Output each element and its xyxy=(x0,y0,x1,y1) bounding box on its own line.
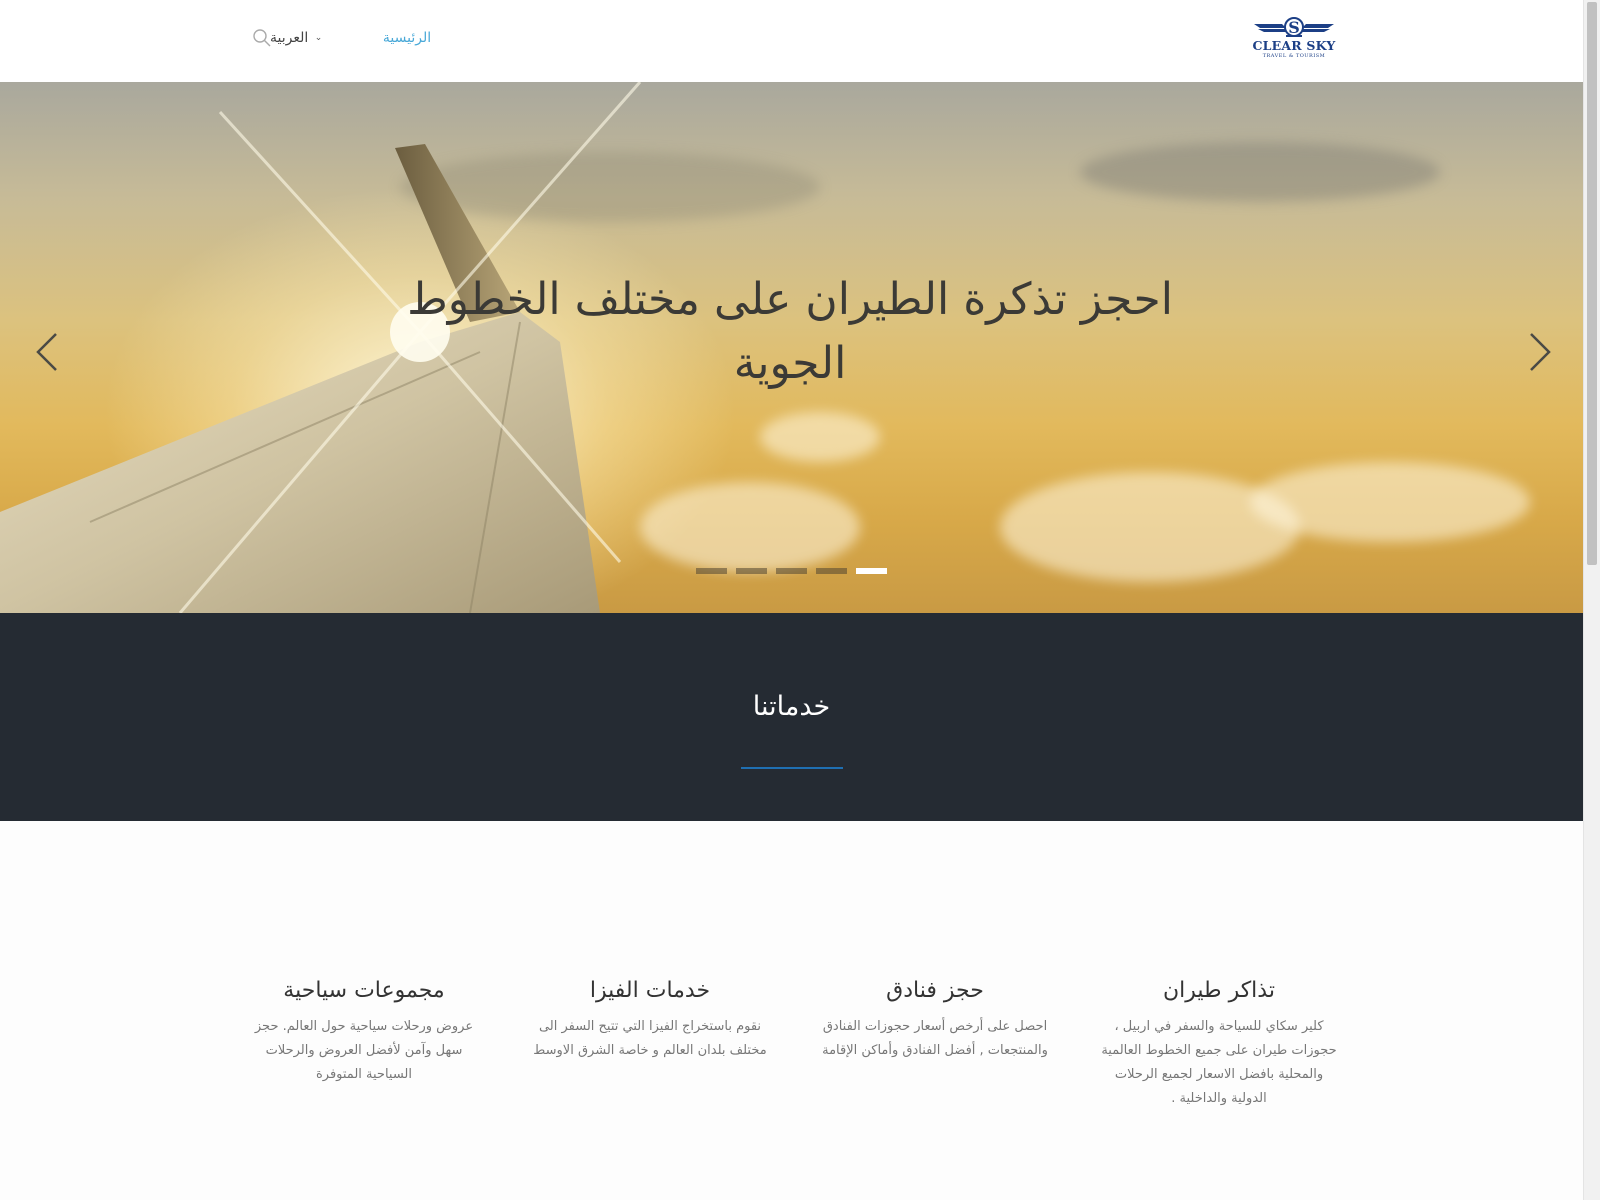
service-description: نقوم باستخراج الفيزا التي تتيح السفر الى… xyxy=(533,1019,767,1058)
services-heading-band: خدماتنا xyxy=(0,613,1583,821)
slider-dot-2[interactable] xyxy=(736,568,767,574)
language-selector[interactable]: العربية ⌄ xyxy=(270,30,340,46)
slider-dot-4[interactable] xyxy=(816,568,847,574)
service-card-hotels: حجز فنادق احصل على أرخص أسعار حجوزات الف… xyxy=(815,978,1055,1063)
logo-subtext: TRAVEL & TOURISM xyxy=(1262,53,1326,59)
service-title: مجموعات سياحية xyxy=(283,978,445,1003)
slider-next-button[interactable] xyxy=(1519,322,1559,382)
service-card-flights: تذاكر طيران كلير سكاي للسياحة والسفر في … xyxy=(1099,978,1339,1111)
service-title: تذاكر طيران xyxy=(1163,978,1275,1003)
page-scrollbar[interactable] xyxy=(1583,0,1600,1200)
scrollbar-thumb[interactable] xyxy=(1587,2,1597,565)
service-description: كلير سكاي للسياحة والسفر في اربيل ، حجوز… xyxy=(1101,1019,1337,1106)
hero-slider: احجز تذكرة الطيران على مختلف الخطوط الجو… xyxy=(0,82,1583,613)
chevron-left-icon xyxy=(36,333,57,371)
logo-text: CLEAR SKY xyxy=(1252,38,1336,53)
site-logo[interactable]: S CLEAR SKY TRAVEL & TOURISM xyxy=(1252,16,1336,64)
chevron-right-icon xyxy=(1530,333,1551,371)
heading-underline xyxy=(741,767,843,769)
chevron-down-icon: ⌄ xyxy=(314,33,323,43)
service-title: حجز فنادق xyxy=(886,978,984,1003)
slider-dot-1[interactable] xyxy=(696,568,727,574)
service-card-tours: مجموعات سياحية عروض ورحلات سياحية حول ال… xyxy=(244,978,484,1087)
service-title: خدمات الفيزا xyxy=(589,978,711,1003)
search-icon[interactable] xyxy=(252,28,272,48)
services-heading: خدماتنا xyxy=(752,691,831,722)
slider-dot-3[interactable] xyxy=(776,568,807,574)
service-description: احصل على أرخص أسعار حجوزات الفنادق والمن… xyxy=(822,1019,1048,1058)
svg-text:S: S xyxy=(1288,18,1300,37)
slider-dot-5[interactable] xyxy=(856,568,887,574)
hero-title: احجز تذكرة الطيران على مختلف الخطوط الجو… xyxy=(407,274,1173,389)
logo-wings-icon: S xyxy=(1254,17,1334,37)
site-header: S CLEAR SKY TRAVEL & TOURISM الرئيسية ال… xyxy=(0,0,1583,83)
nav-home-link[interactable]: الرئيسية xyxy=(362,30,452,46)
slider-prev-button[interactable] xyxy=(28,322,68,382)
service-description: عروض ورحلات سياحية حول العالم. حجز سهل و… xyxy=(254,1019,474,1082)
service-card-visa: خدمات الفيزا نقوم باستخراج الفيزا التي ت… xyxy=(530,978,770,1063)
language-label: العربية xyxy=(270,30,309,46)
